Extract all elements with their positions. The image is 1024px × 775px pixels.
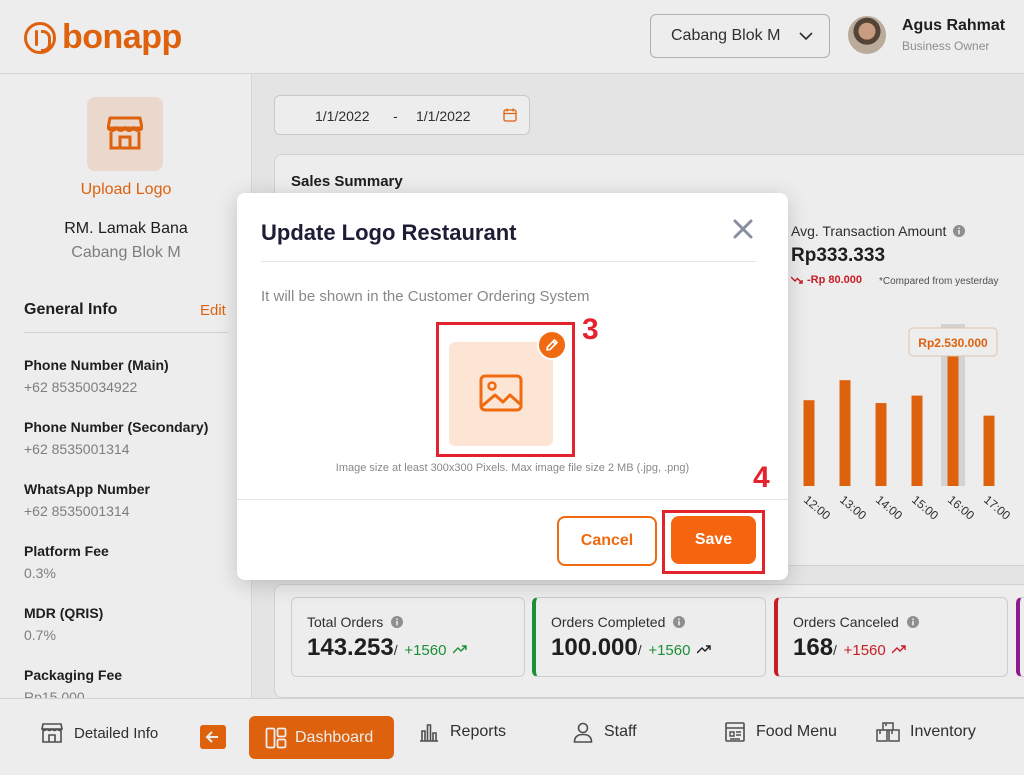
close-icon[interactable] <box>731 217 755 241</box>
annotation-number: 3 <box>582 313 599 346</box>
annotation-box-image <box>436 322 575 457</box>
cancel-button[interactable]: Cancel <box>557 516 657 566</box>
modal-subtitle: It will be shown in the Customer Orderin… <box>261 288 590 305</box>
image-requirements-hint: Image size at least 300x300 Pixels. Max … <box>335 462 690 474</box>
divider <box>237 499 788 500</box>
modal-title: Update Logo Restaurant <box>261 220 517 245</box>
annotation-box-save <box>662 510 765 574</box>
divider <box>261 261 756 262</box>
annotation-number: 4 <box>753 461 770 494</box>
